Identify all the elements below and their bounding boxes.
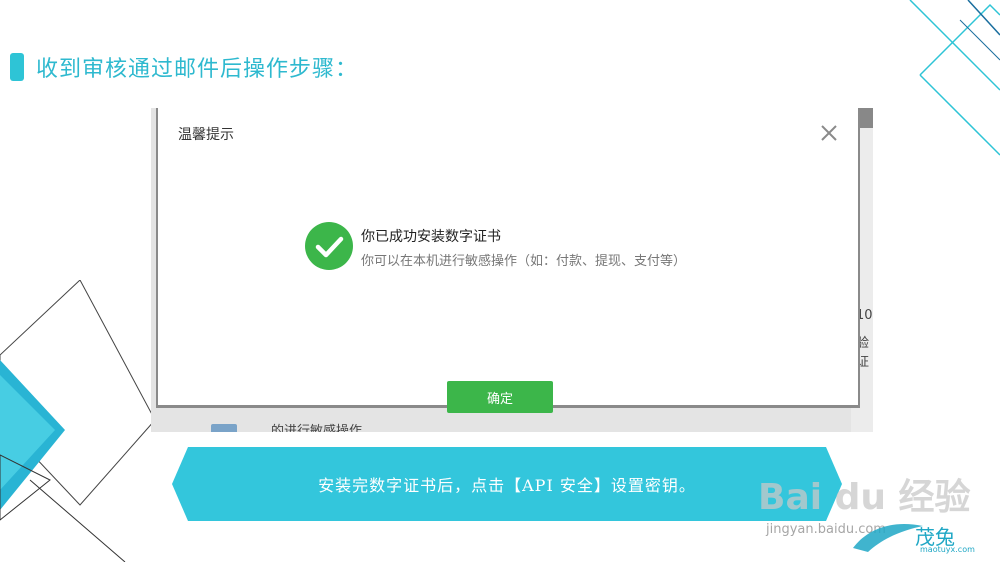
baidu-watermark: Bai du 经验 xyxy=(758,477,971,518)
confirm-button[interactable]: 确定 xyxy=(447,381,553,413)
notice-dialog: 温馨提示 你已成功安装数字证书 你可以在本机进行敏感操作（如：付款、提现、支付等… xyxy=(156,108,860,408)
instruction-banner-text: 安装完数字证书后，点击【API 安全】设置密钥。 xyxy=(318,476,696,495)
decorative-diamonds-left xyxy=(0,280,156,562)
embedded-screenshot: 10 验证 的进行敏感操作 温馨提示 你已成功安装数字证书 你可以在本机进行敏感… xyxy=(151,108,873,432)
background-icon xyxy=(211,424,237,432)
success-message: 你已成功安装数字证书 xyxy=(361,229,501,245)
close-icon[interactable] xyxy=(818,122,840,144)
watermark-url: jingyan.baidu.com xyxy=(766,522,886,537)
title-accent-bar xyxy=(10,53,24,81)
check-circle-icon xyxy=(305,222,353,270)
decorative-lines-top-right xyxy=(909,0,1000,156)
dialog-title: 温馨提示 xyxy=(178,127,234,143)
background-text-fragment: 的进行敏感操作 xyxy=(271,424,363,432)
success-submessage: 你可以在本机进行敏感操作（如：付款、提现、支付等） xyxy=(361,254,687,269)
brand-logo-url: maotuyx.com xyxy=(920,545,975,554)
slide-title-text: 收到审核通过邮件后操作步骤： xyxy=(36,57,359,82)
slide-title: 收到审核通过邮件后操作步骤： xyxy=(10,52,358,82)
